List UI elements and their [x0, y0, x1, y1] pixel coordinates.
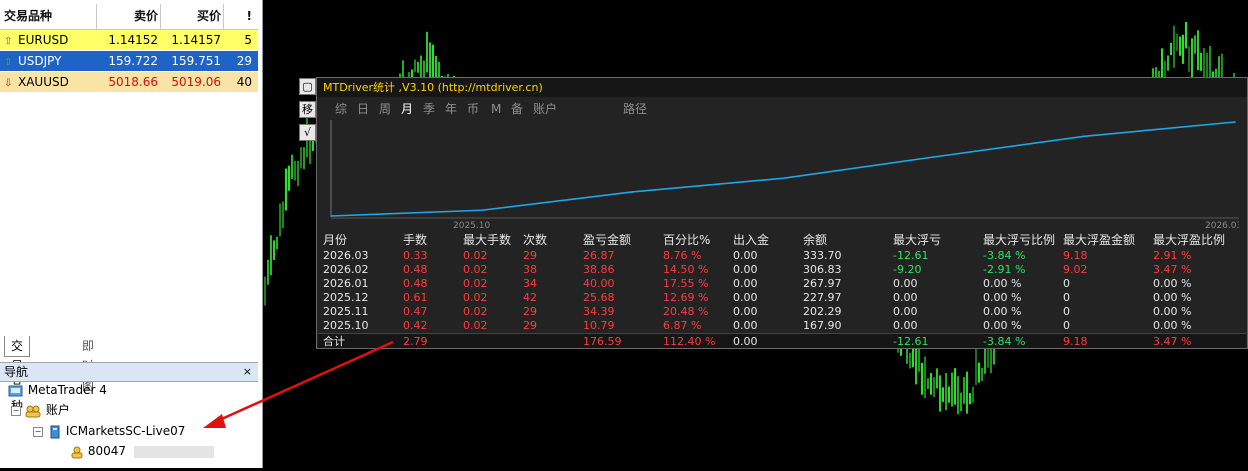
annotation-arrow: [203, 340, 394, 428]
arrow-line: [214, 340, 394, 424]
arrow-head: [203, 414, 226, 428]
